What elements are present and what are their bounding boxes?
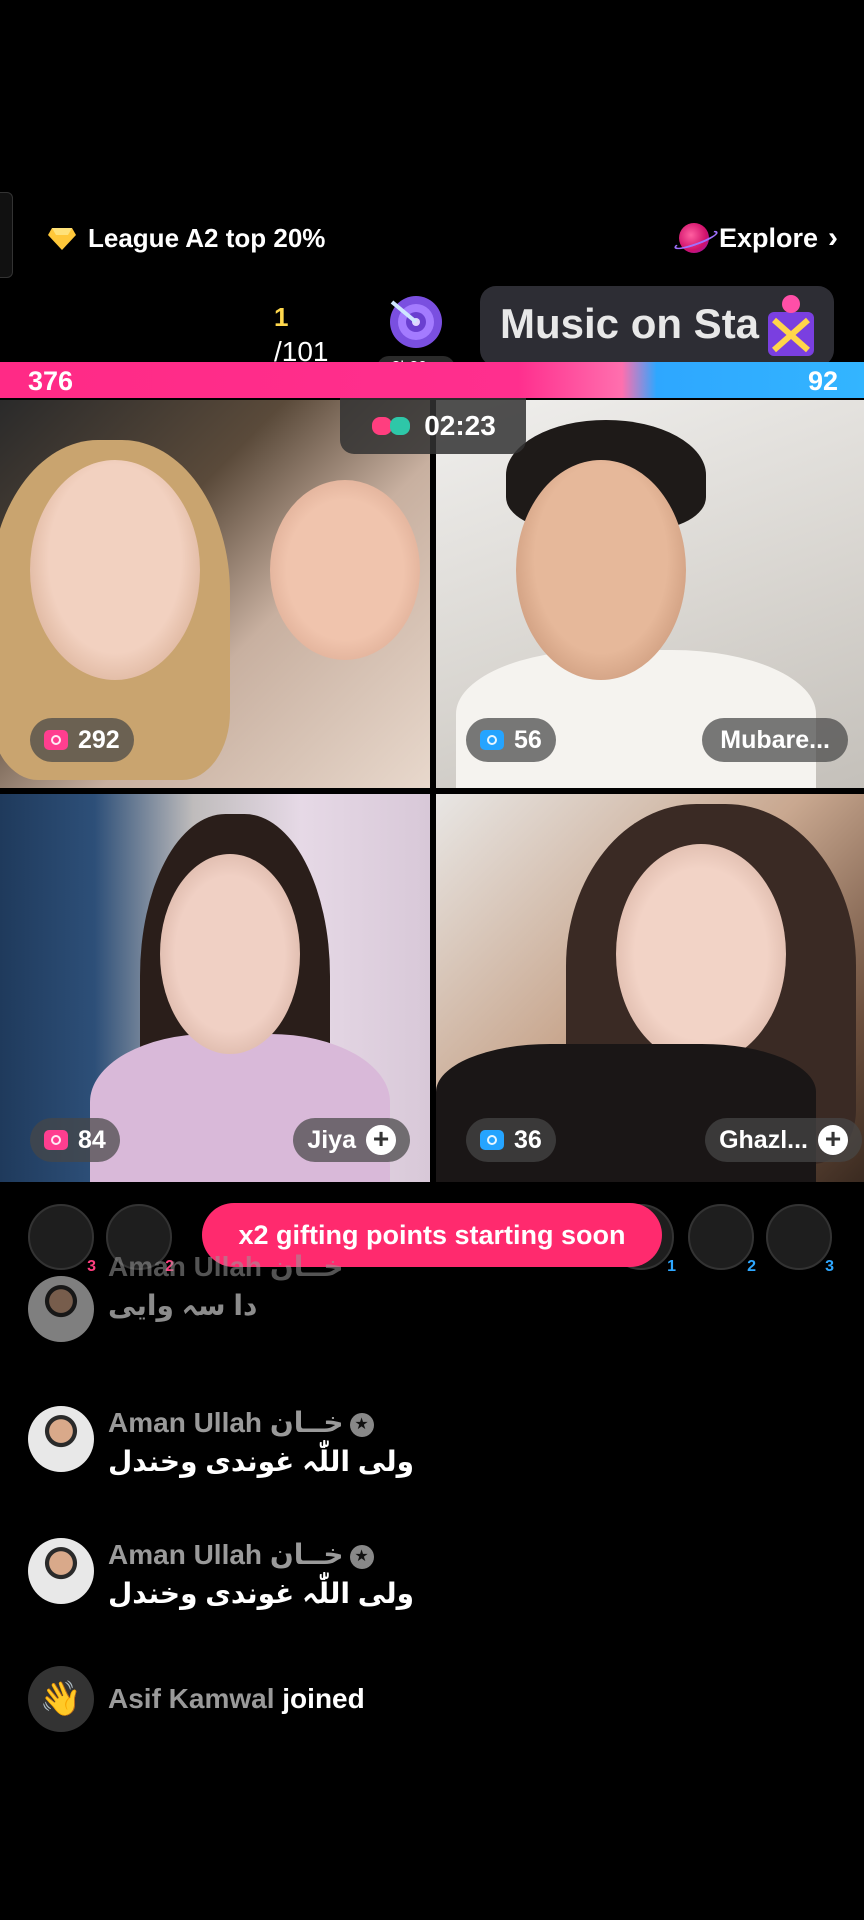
guest-name: Ghazl...	[719, 1125, 808, 1154]
league-text: League A2 top 20%	[88, 222, 326, 253]
explore-label: Explore	[718, 222, 818, 253]
star-badge-icon: ★	[349, 1544, 374, 1569]
chat-username-text: Aman Ullah خــان	[108, 1539, 344, 1570]
guest-name-pill[interactable]: Jiya +	[293, 1118, 410, 1162]
chat-message[interactable]: Aman Ullah خــان دا سہ وایی	[28, 1251, 344, 1342]
video-tile-4[interactable]: 36 Ghazl... +	[436, 794, 864, 1182]
score-right: 92	[807, 366, 838, 396]
camera-icon	[44, 1130, 68, 1150]
child-face	[270, 480, 420, 660]
user-avatar[interactable]	[28, 1538, 94, 1604]
viewer-count: 56	[514, 725, 542, 754]
user-avatar[interactable]	[28, 1276, 94, 1342]
chat-username[interactable]: Aman Ullah خــان ★	[108, 1406, 414, 1439]
guest-face	[616, 844, 786, 1064]
viewer-rank: 2	[747, 1258, 756, 1275]
chat-join-event: 👋 Asif Kamwal joined	[28, 1666, 365, 1732]
guest-name-pill[interactable]: Mubare...	[702, 718, 848, 762]
viewer-count: 292	[78, 725, 120, 754]
viewer-avatar[interactable]: 3	[28, 1204, 96, 1275]
chat-text: ولی اللّٰہ غوندی وخندل	[108, 1446, 415, 1477]
battle-timer: 02:23	[340, 398, 526, 454]
viewer-avatar[interactable]: 3	[766, 1204, 834, 1275]
gift-icon	[768, 295, 814, 356]
viewer-rank: 3	[87, 1258, 96, 1275]
wave-hand-icon: 👋	[28, 1666, 94, 1732]
camera-icon	[44, 730, 68, 750]
battle-score-bar	[0, 362, 864, 398]
user-avatar[interactable]	[28, 1406, 94, 1472]
music-banner-text: Music on Sta	[500, 300, 760, 347]
viewer-count: 84	[78, 1125, 106, 1154]
guest-name: Jiya	[307, 1125, 356, 1154]
host-face	[30, 460, 200, 680]
boxing-gloves-icon	[372, 417, 411, 435]
side-tab[interactable]	[0, 192, 13, 278]
guest-face	[160, 854, 300, 1054]
chat-text: ولی اللّٰہ غوندی وخندل	[108, 1578, 415, 1609]
planet-icon	[678, 223, 709, 253]
viewer-count-pill: 36	[466, 1118, 556, 1162]
video-tile-2[interactable]: 56 Mubare...	[436, 400, 864, 788]
rank-current: 1	[274, 302, 289, 332]
explore-button[interactable]: Explore ›	[678, 220, 838, 256]
camera-icon	[480, 730, 504, 750]
camera-icon	[480, 1130, 504, 1150]
viewer-rank: 3	[825, 1258, 834, 1275]
music-banner[interactable]: Music on Sta	[480, 286, 834, 366]
guest-name-pill[interactable]: Ghazl... +	[705, 1118, 862, 1162]
viewer-count-pill: 292	[30, 718, 134, 762]
target-icon[interactable]	[386, 292, 446, 352]
chat-text: دا سہ وایی	[108, 1290, 258, 1321]
viewer-rank: 1	[667, 1258, 676, 1275]
score-left: 376	[28, 366, 74, 396]
guest-face	[516, 460, 686, 680]
star-badge-icon: ★	[349, 1412, 374, 1437]
chat-message[interactable]: Aman Ullah خــان ★ ولی اللّٰہ غوندی وخندل	[28, 1538, 414, 1610]
join-text: Asif Kamwal joined	[108, 1683, 365, 1715]
viewer-avatar[interactable]: 2	[688, 1204, 756, 1275]
follow-plus-icon[interactable]: +	[366, 1125, 396, 1155]
viewer-count-pill: 84	[30, 1118, 120, 1162]
league-badge[interactable]: League A2 top 20%	[48, 220, 325, 256]
joined-label: joined	[282, 1683, 365, 1714]
chat-username[interactable]: Aman Ullah خــان	[108, 1250, 344, 1283]
follow-plus-icon[interactable]: +	[818, 1125, 848, 1155]
video-tile-3[interactable]: 84 Jiya +	[0, 794, 430, 1182]
diamond-icon	[48, 228, 76, 250]
viewer-count-pill: 56	[466, 718, 556, 762]
guest-name: Mubare...	[720, 725, 830, 754]
chevron-right-icon: ›	[828, 221, 838, 254]
video-tile-1[interactable]: 292	[0, 400, 430, 788]
chat-username[interactable]: Aman Ullah خــان ★	[108, 1538, 414, 1571]
chat-message[interactable]: Aman Ullah خــان ★ ولی اللّٰہ غوندی وخندل	[28, 1406, 414, 1478]
joined-username[interactable]: Asif Kamwal	[108, 1683, 275, 1714]
battle-timer-text: 02:23	[424, 410, 496, 441]
viewer-count: 36	[514, 1125, 542, 1154]
chat-username-text: Aman Ullah خــان	[108, 1407, 344, 1438]
